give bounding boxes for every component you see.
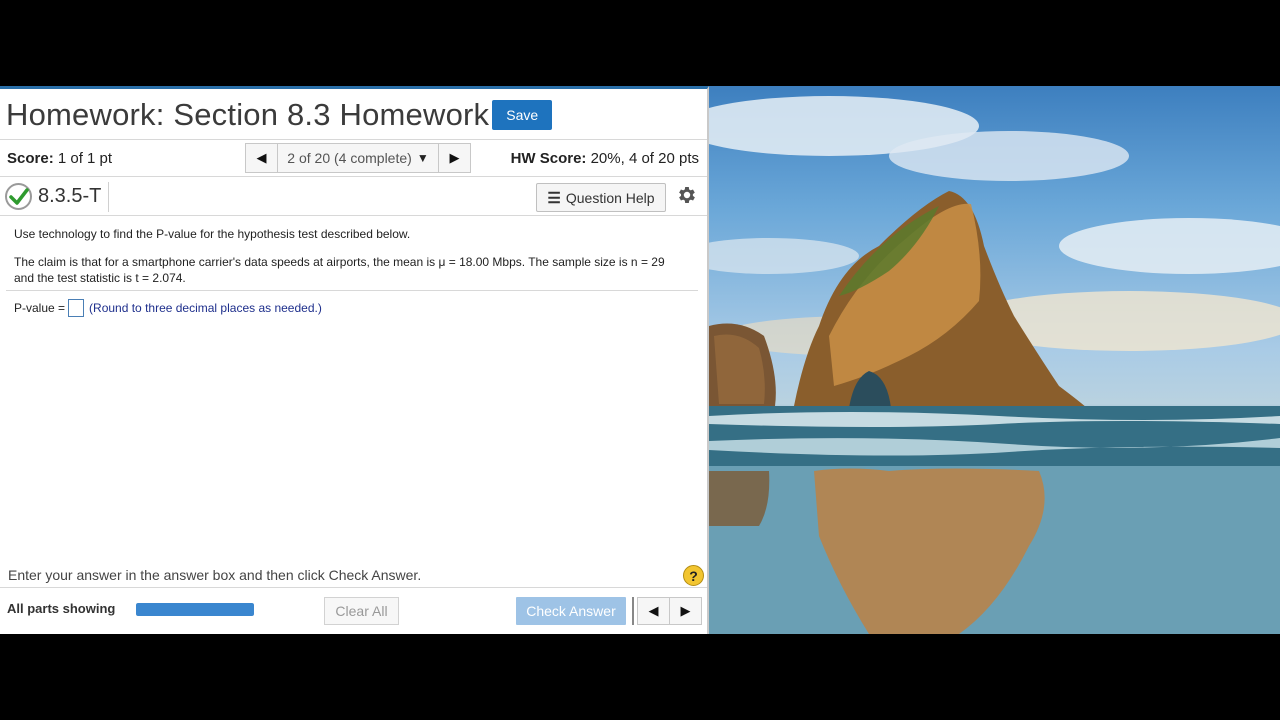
question-help-label: Question Help xyxy=(565,189,655,206)
answer-hint: (Round to three decimal places as needed… xyxy=(89,301,322,315)
title-row: Homework: Section 8.3 Homework Save xyxy=(6,97,553,133)
score-value: 1 of 1 pt xyxy=(57,150,113,167)
toolbar-divider xyxy=(632,597,634,625)
triangle-left-icon: ◀ xyxy=(648,603,659,618)
next-question-button[interactable]: ▶ xyxy=(438,143,471,173)
question-select-dropdown[interactable]: 2 of 20 (4 complete) ▼ xyxy=(278,143,438,173)
question-help-button[interactable]: ☰ Question Help xyxy=(536,183,666,212)
p-value-input[interactable] xyxy=(68,299,85,317)
list-icon: ☰ xyxy=(547,189,561,207)
triangle-left-icon: ◀ xyxy=(256,150,267,165)
question-position: 2 of 20 (4 complete) xyxy=(287,150,412,166)
help-icon[interactable]: ? xyxy=(683,565,704,586)
score-bar: Score: 1 of 1 pt ◀ 2 of 20 (4 complete) … xyxy=(0,139,707,177)
save-button[interactable]: Save xyxy=(492,100,553,130)
progress-bar xyxy=(136,603,254,616)
triangle-right-icon: ▶ xyxy=(449,150,460,165)
all-parts-showing-label: All parts showing xyxy=(7,601,116,616)
instruction-message: Enter your answer in the answer box and … xyxy=(8,567,422,583)
hw-score-label: HW Score: xyxy=(510,150,587,167)
divider xyxy=(108,182,109,212)
claim-line-1: The claim is that for a smartphone carri… xyxy=(14,255,665,269)
previous-question-button[interactable]: ◀ xyxy=(245,143,278,173)
answer-label: P-value = xyxy=(14,301,66,315)
triangle-down-icon: ▼ xyxy=(416,151,429,165)
question-id: 8.3.5-T xyxy=(38,185,102,207)
checkmark-icon xyxy=(5,183,32,210)
score-label: Score: xyxy=(7,150,54,167)
hw-score-display: HW Score: 20%, 4 of 20 pts xyxy=(511,150,699,167)
score-display: Score: 1 of 1 pt xyxy=(7,150,112,167)
clear-all-button[interactable]: Clear All xyxy=(324,597,399,625)
question-claim: The claim is that for a smartphone carri… xyxy=(14,254,700,286)
next-part-button[interactable]: ▶ xyxy=(669,597,702,625)
content-divider xyxy=(6,290,698,291)
hw-score-value: 20%, 4 of 20 pts xyxy=(590,150,699,167)
triangle-right-icon: ▶ xyxy=(680,603,691,618)
claim-line-2: and the test statistic is t = 2.074. xyxy=(14,271,186,285)
desktop-wallpaper xyxy=(709,86,1280,634)
progress-fill xyxy=(136,603,254,616)
homework-panel: Homework: Section 8.3 Homework Save Scor… xyxy=(0,86,709,634)
question-content: Use technology to find the P-value for t… xyxy=(14,227,700,286)
question-navigator: ◀ 2 of 20 (4 complete) ▼ ▶ xyxy=(245,143,471,173)
previous-part-button[interactable]: ◀ xyxy=(637,597,670,625)
question-header: 8.3.5-T ☰ Question Help xyxy=(0,178,707,216)
bottom-toolbar: All parts showing Clear All Check Answer… xyxy=(0,587,707,631)
answer-row: P-value = (Round to three decimal places… xyxy=(14,299,322,317)
page-title: Homework: Section 8.3 Homework xyxy=(6,97,490,132)
question-instructions: Use technology to find the P-value for t… xyxy=(14,227,411,241)
check-answer-button[interactable]: Check Answer xyxy=(516,597,626,625)
gear-icon[interactable] xyxy=(676,184,698,206)
